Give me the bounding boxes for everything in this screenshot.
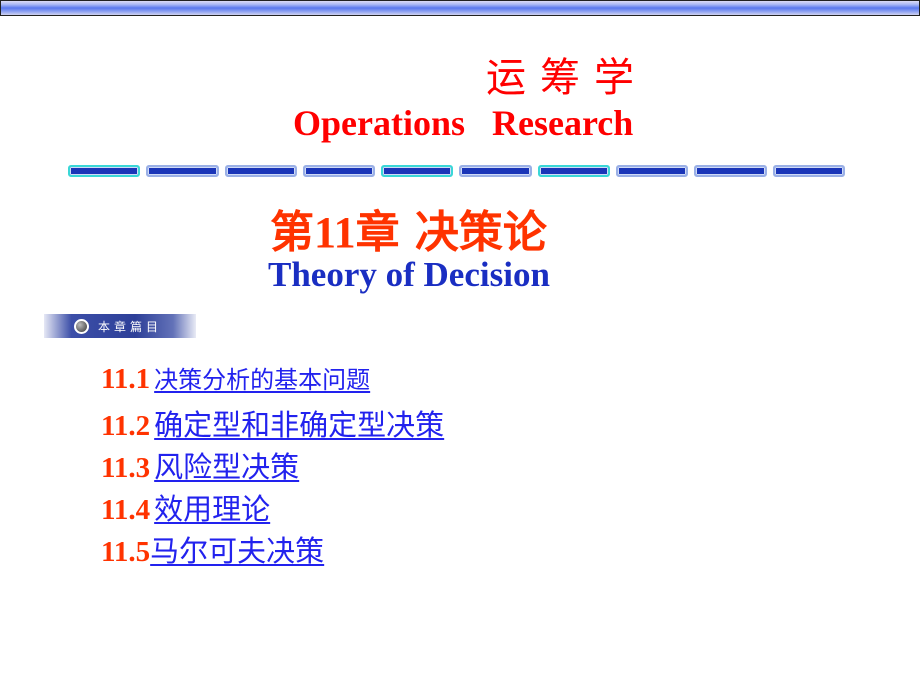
- chapter-contents-badge: 本章篇目: [44, 314, 196, 338]
- toc-link[interactable]: 确定型和非确定型决策: [154, 402, 444, 444]
- toc-item-number: 11.1: [101, 363, 151, 395]
- toc-item: 11.3 风险型决策: [101, 444, 444, 486]
- chapter-subtitle: Theory of Decision: [268, 255, 550, 294]
- toc-link[interactable]: 马尔可夫决策: [150, 528, 324, 570]
- decorative-divider: [68, 165, 845, 177]
- divider-segment: [616, 165, 689, 177]
- toc-link[interactable]: 效用理论: [154, 486, 270, 528]
- divider-segment: [68, 165, 141, 177]
- toc-item: 11.1 决策分析的基本问题: [101, 360, 444, 402]
- toc-item-number: 11.3: [101, 452, 151, 484]
- toc-link[interactable]: 决策分析的基本问题: [154, 360, 370, 395]
- divider-segment: [381, 165, 454, 177]
- bullet-orb-icon: [74, 318, 89, 334]
- top-banner-bar: [0, 0, 920, 16]
- toc-item: 11.5 马尔可夫决策: [101, 528, 444, 570]
- toc-item-number: 11.2: [101, 410, 151, 442]
- toc-item: 11.4 效用理论: [101, 486, 444, 528]
- toc-link[interactable]: 风险型决策: [154, 444, 299, 486]
- divider-segment: [302, 165, 376, 177]
- divider-segment: [537, 165, 611, 177]
- divider-segment: [694, 165, 767, 177]
- chapter-prefix: 第: [270, 207, 314, 258]
- table-of-contents: 11.1 决策分析的基本问题 11.2 确定型和非确定型决策 11.3 风险型决…: [101, 360, 444, 570]
- chapter-name: 章 决策论: [355, 207, 547, 258]
- divider-segment: [224, 165, 297, 177]
- toc-item: 11.2 确定型和非确定型决策: [101, 402, 444, 444]
- chapter-title: 第11章 决策论: [270, 196, 547, 260]
- divider-segment: [772, 165, 845, 177]
- course-title-en: Operations Research: [293, 103, 634, 143]
- divider-segment: [459, 165, 532, 177]
- course-title-cn: 运筹学: [486, 55, 648, 101]
- toc-item-number: 11.4: [101, 494, 151, 526]
- divider-segment: [146, 165, 219, 177]
- contents-badge-label: 本章篇目: [98, 319, 163, 334]
- toc-item-number: 11.5: [101, 536, 151, 568]
- chapter-number: 11: [314, 208, 356, 257]
